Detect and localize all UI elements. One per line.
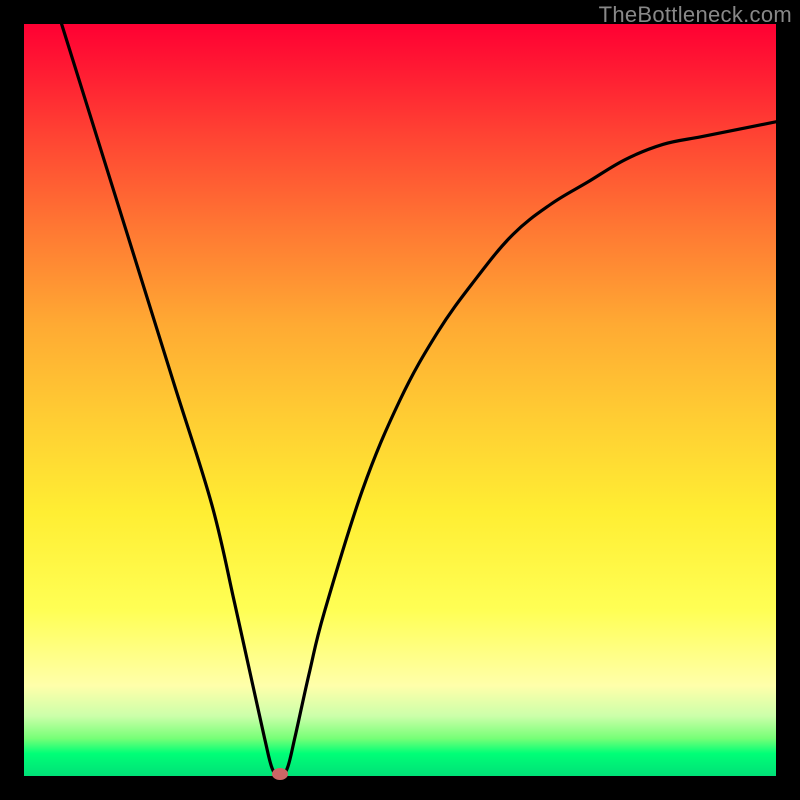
chart-frame (24, 24, 776, 776)
bottleneck-curve (62, 24, 776, 776)
optimum-marker (272, 768, 288, 780)
plot-area (24, 24, 776, 776)
curve-layer (24, 24, 776, 776)
